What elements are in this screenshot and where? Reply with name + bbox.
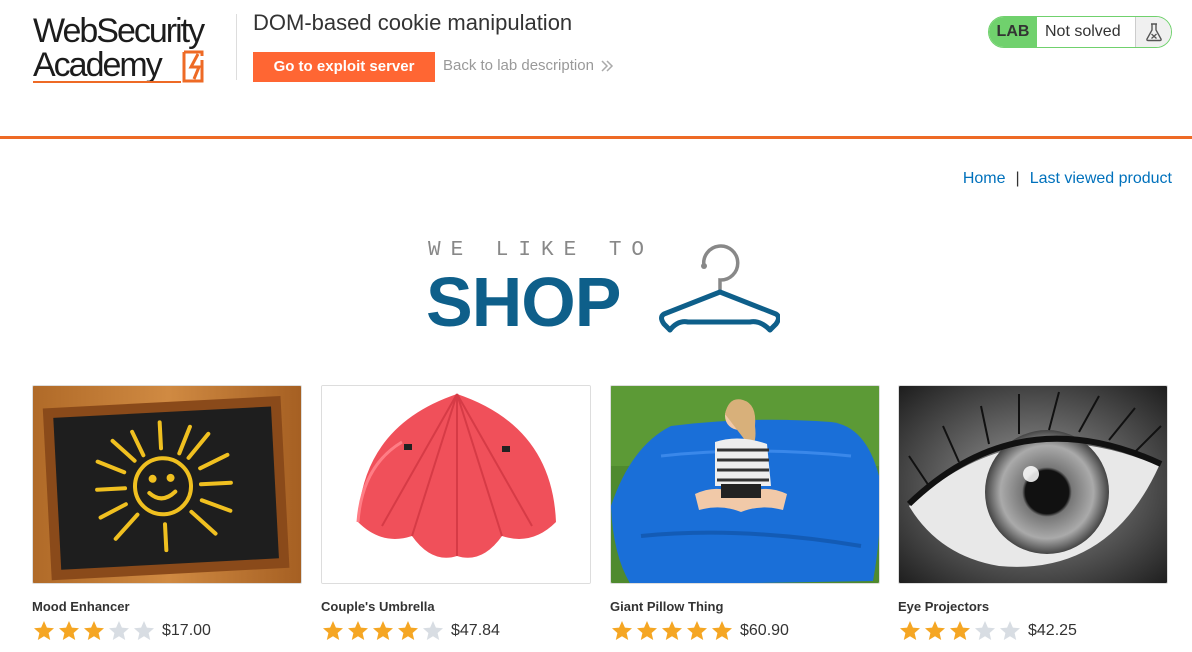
product-meta: $42.25 xyxy=(898,620,1168,642)
product-price: $60.90 xyxy=(740,622,789,639)
star-filled-icon xyxy=(662,621,682,640)
star-filled-icon xyxy=(84,621,104,640)
product-name[interactable]: Eye Projectors xyxy=(898,599,1168,614)
star-filled-icon xyxy=(925,621,945,640)
back-link-label: Back to lab description xyxy=(443,57,594,74)
star-filled-icon xyxy=(348,621,368,640)
lab-title: DOM-based cookie manipulation xyxy=(253,10,573,35)
double-chevron-right-icon xyxy=(601,59,613,72)
product-card[interactable]: Giant Pillow Thing $60.90 xyxy=(610,385,880,642)
product-card[interactable]: Couple's Umbrella $47.84 xyxy=(321,385,591,642)
shop-banner: WE LIKE TO SHOP xyxy=(426,237,782,337)
star-filled-icon xyxy=(637,621,657,640)
star-filled-icon xyxy=(687,621,707,640)
product-image-giant-pillow-thing[interactable] xyxy=(610,385,880,584)
product-price: $47.84 xyxy=(451,622,500,639)
lab-header: WebSecurity Academy DOM-based cookie man… xyxy=(0,0,1192,139)
rating-stars xyxy=(610,620,734,642)
rating-stars xyxy=(32,620,156,642)
product-name[interactable]: Giant Pillow Thing xyxy=(610,599,880,614)
star-empty-icon xyxy=(134,621,154,640)
lab-badge: LAB xyxy=(989,17,1037,47)
star-filled-icon xyxy=(34,621,54,640)
product-name[interactable]: Mood Enhancer xyxy=(32,599,302,614)
logo-bolt-icon xyxy=(182,50,204,83)
star-filled-icon xyxy=(900,621,920,640)
product-card[interactable]: Eye Projectors $42.25 xyxy=(898,385,1168,642)
flask-icon xyxy=(1135,17,1171,47)
nav-last-viewed-product-link[interactable]: Last viewed product xyxy=(1030,170,1172,188)
product-price: $17.00 xyxy=(162,622,211,639)
lab-status-widget: LAB Not solved xyxy=(988,16,1172,48)
product-image-eye-projectors[interactable] xyxy=(898,385,1168,584)
rating-stars xyxy=(898,620,1022,642)
logo-underline xyxy=(33,81,181,83)
star-filled-icon xyxy=(59,621,79,640)
site-nav: Home | Last viewed product xyxy=(963,170,1172,188)
lab-status-text: Not solved xyxy=(1045,23,1121,40)
star-filled-icon xyxy=(612,621,632,640)
star-empty-icon xyxy=(109,621,129,640)
star-empty-icon xyxy=(1000,621,1020,640)
nav-home-link[interactable]: Home xyxy=(963,170,1006,188)
product-image-couples-umbrella[interactable] xyxy=(321,385,591,584)
star-empty-icon xyxy=(423,621,443,640)
star-filled-icon xyxy=(373,621,393,640)
hanger-icon xyxy=(659,244,780,333)
logo-line1: WebSecurity xyxy=(33,12,205,50)
banner-title: SHOP xyxy=(426,263,621,341)
star-filled-icon xyxy=(323,621,343,640)
logo-line2: Academy xyxy=(33,46,163,84)
product-price: $42.25 xyxy=(1028,622,1077,639)
header-divider xyxy=(236,14,237,80)
nav-separator: | xyxy=(1015,170,1020,187)
star-filled-icon xyxy=(712,621,732,640)
product-meta: $17.00 xyxy=(32,620,302,642)
academy-logo[interactable]: WebSecurity Academy xyxy=(33,14,238,88)
product-name[interactable]: Couple's Umbrella xyxy=(321,599,591,614)
star-empty-icon xyxy=(975,621,995,640)
go-to-exploit-server-button[interactable]: Go to exploit server xyxy=(253,52,435,82)
product-card[interactable]: Mood Enhancer $17.00 xyxy=(32,385,302,642)
banner-tagline: WE LIKE TO xyxy=(428,239,655,262)
product-image-mood-enhancer[interactable] xyxy=(32,385,302,584)
rating-stars xyxy=(321,620,445,642)
star-filled-icon xyxy=(950,621,970,640)
product-meta: $47.84 xyxy=(321,620,591,642)
star-filled-icon xyxy=(398,621,418,640)
product-meta: $60.90 xyxy=(610,620,880,642)
back-to-lab-description-link[interactable]: Back to lab description xyxy=(443,57,614,74)
